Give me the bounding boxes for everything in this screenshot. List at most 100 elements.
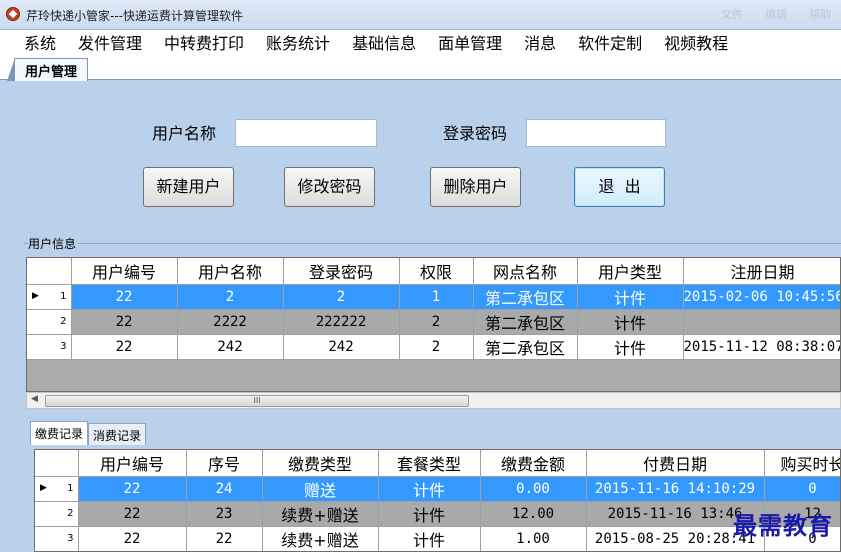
menu-messages[interactable]: 消息 (513, 30, 567, 56)
cell[interactable] (683, 309, 840, 335)
tab-consumption-records[interactable]: 消费记录 (88, 423, 147, 445)
cell[interactable]: 第二承包区 (473, 309, 578, 335)
title-bar: 芹玲快递小管家---快递运费计算管理软件 文件 编辑 帮助 (0, 0, 841, 30)
menu-system[interactable]: 系统 (10, 30, 67, 56)
cell[interactable]: 续费+赠送 (262, 526, 379, 551)
menu-waybill[interactable]: 面单管理 (427, 30, 513, 56)
cell[interactable]: 续费+赠送 (262, 501, 379, 527)
row-header[interactable]: 2 (35, 501, 79, 527)
column-header[interactable]: 权限 (399, 258, 474, 285)
cell[interactable]: 2 (399, 334, 474, 360)
cell[interactable]: 计件 (577, 309, 684, 335)
cell[interactable]: 1.00 (480, 526, 587, 551)
column-header[interactable]: 套餐类型 (378, 450, 481, 477)
column-header[interactable]: 用户名称 (177, 258, 284, 285)
column-header[interactable]: 购买时长 (764, 450, 840, 477)
column-header[interactable]: 缴费金额 (480, 450, 587, 477)
table-row[interactable]: 2 22 2222 222222 2 第二承包区 计件 (27, 309, 840, 335)
window-title: 芹玲快递小管家---快递运费计算管理软件 (26, 9, 243, 23)
column-header[interactable]: 付费日期 (586, 450, 765, 477)
window-control-1[interactable]: 文件 (721, 6, 743, 22)
column-header[interactable]: 网点名称 (473, 258, 578, 285)
row-header[interactable]: ▶ 1 (27, 284, 72, 310)
cell[interactable]: 24 (186, 476, 263, 502)
cell[interactable]: 2015-11-12 08:38:07 (683, 334, 840, 360)
menu-customize[interactable]: 软件定制 (567, 30, 653, 56)
cell[interactable]: 22 (186, 526, 263, 551)
password-label: 登录密码 (443, 124, 508, 143)
window-control-2[interactable]: 编辑 (765, 6, 787, 22)
row-header[interactable]: 2 (27, 309, 72, 335)
cell[interactable]: 242 (283, 334, 400, 360)
column-header[interactable]: 注册日期 (683, 258, 840, 285)
cell[interactable]: 2 (283, 284, 400, 310)
grid-corner (27, 258, 72, 285)
cell[interactable]: 赠送 (262, 476, 379, 502)
row-header[interactable]: 3 (27, 334, 72, 360)
table-row[interactable]: ▶ 1 22 24 赠送 计件 0.00 2015-11-16 14:10:29 … (35, 476, 840, 502)
cell[interactable]: 0.00 (480, 476, 587, 502)
new-user-button[interactable]: 新建用户 (143, 167, 234, 207)
menu-basic-info[interactable]: 基础信息 (341, 30, 427, 56)
row-number: 1 (67, 483, 74, 494)
cell[interactable]: 0 (764, 476, 840, 502)
delete-user-button[interactable]: 删除用户 (430, 167, 521, 207)
document-tab-strip: 用户管理 (0, 56, 841, 81)
cell[interactable]: 计件 (378, 501, 481, 527)
row-header[interactable]: 3 (35, 526, 79, 551)
scroll-thumb[interactable]: III (45, 395, 469, 407)
username-label: 用户名称 (152, 124, 217, 143)
column-header[interactable]: 缴费类型 (262, 450, 379, 477)
cell[interactable]: 计件 (378, 476, 481, 502)
cell[interactable]: 计件 (577, 334, 684, 360)
menu-accounts[interactable]: 账务统计 (255, 30, 341, 56)
cell[interactable]: 2015-02-06 10:45:56 (683, 284, 840, 310)
cell[interactable]: 242 (177, 334, 284, 360)
tab-payment-records[interactable]: 缴费记录 (30, 421, 89, 445)
cell[interactable]: 1 (399, 284, 474, 310)
column-header[interactable]: 用户编号 (78, 450, 187, 477)
table-row[interactable]: 2 22 23 续费+赠送 计件 12.00 2015-11-16 13:46 … (35, 501, 840, 527)
cell[interactable]: 计件 (577, 284, 684, 310)
cell[interactable]: 2 (399, 309, 474, 335)
watermark-logo: 最需教育 (733, 511, 833, 540)
cell[interactable]: 计件 (378, 526, 481, 551)
column-header[interactable]: 用户编号 (71, 258, 178, 285)
row-number: 1 (60, 291, 67, 302)
cell[interactable]: 222222 (283, 309, 400, 335)
table-row[interactable]: 3 22 242 242 2 第二承包区 计件 2015-11-12 08:38… (27, 334, 840, 360)
cell[interactable]: 2015-11-16 14:10:29 (586, 476, 765, 502)
row-header[interactable]: ▶ 1 (35, 476, 79, 502)
menu-shipping[interactable]: 发件管理 (67, 30, 153, 56)
username-input[interactable] (235, 119, 377, 147)
cell[interactable]: 22 (71, 334, 178, 360)
cell[interactable]: 12.00 (480, 501, 587, 527)
column-header[interactable]: 用户类型 (577, 258, 684, 285)
cell[interactable]: 第二承包区 (473, 284, 578, 310)
window-control-3[interactable]: 帮助 (809, 6, 831, 22)
window-controls: 文件 编辑 帮助 (721, 6, 831, 22)
cell[interactable]: 第二承包区 (473, 334, 578, 360)
column-header[interactable]: 序号 (186, 450, 263, 477)
menu-transfer-print[interactable]: 中转费打印 (153, 30, 255, 56)
change-password-button[interactable]: 修改密码 (284, 167, 375, 207)
cell[interactable]: 22 (71, 284, 178, 310)
menu-video-tutorials[interactable]: 视频教程 (653, 30, 739, 56)
user-grid-horizontal-scrollbar[interactable]: ◀ III (26, 392, 841, 409)
grid-corner (35, 450, 79, 477)
cell[interactable]: 2222 (177, 309, 284, 335)
table-row[interactable]: ▶ 1 22 2 2 1 第二承包区 计件 2015-02-06 10:45:56 (27, 284, 840, 310)
cell[interactable]: 22 (71, 309, 178, 335)
column-header[interactable]: 登录密码 (283, 258, 400, 285)
cell[interactable]: 23 (186, 501, 263, 527)
cell[interactable]: 22 (78, 476, 187, 502)
user-grid: 用户编号 用户名称 登录密码 权限 网点名称 用户类型 注册日期 ▶ 1 22 2… (26, 257, 841, 392)
cell[interactable]: 2 (177, 284, 284, 310)
cell[interactable]: 22 (78, 526, 187, 551)
tab-user-management[interactable]: 用户管理 (6, 58, 89, 81)
exit-button[interactable]: 退 出 (574, 167, 665, 207)
table-row[interactable]: 3 22 22 续费+赠送 计件 1.00 2015-08-25 20:28:4… (35, 526, 840, 551)
scroll-left-arrow-icon[interactable]: ◀ (31, 394, 38, 404)
cell[interactable]: 22 (78, 501, 187, 527)
password-input[interactable] (526, 119, 666, 147)
